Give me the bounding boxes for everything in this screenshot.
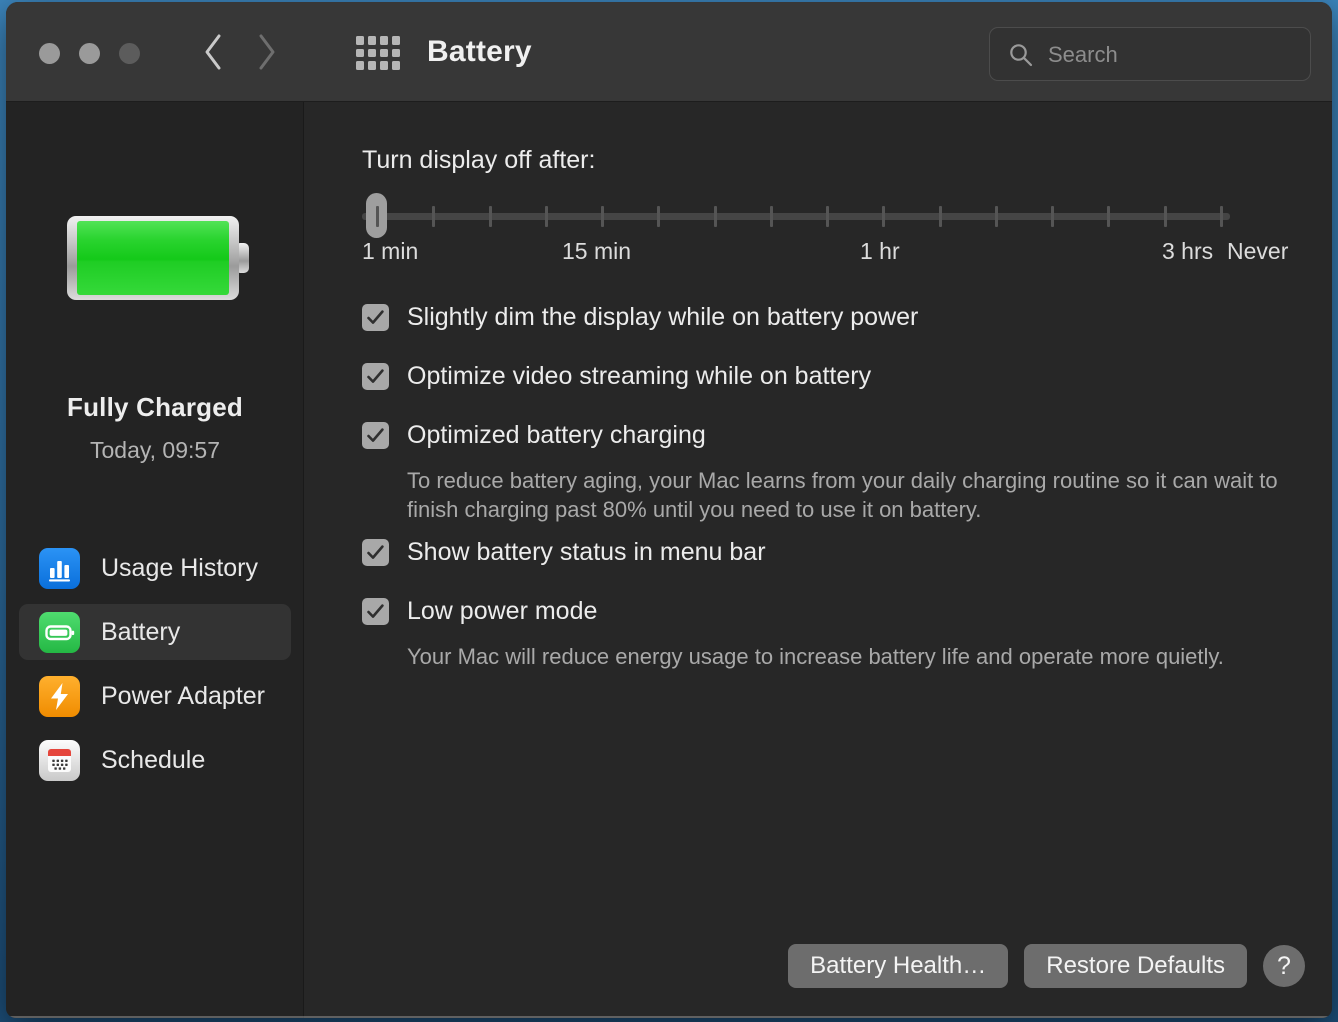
option-low-power-mode[interactable]: Low power mode	[362, 594, 1322, 628]
sidebar-item-power-adapter[interactable]: Power Adapter	[19, 668, 291, 724]
battery-full-icon	[63, 210, 253, 306]
slider-tick	[376, 206, 379, 227]
option-menu-bar-status[interactable]: Show battery status in menu bar	[362, 535, 1322, 569]
checkbox-dim-display[interactable]	[362, 304, 389, 331]
option-dim-display[interactable]: Slightly dim the display while on batter…	[362, 300, 1322, 334]
slider-tick	[1163, 206, 1167, 227]
main-content: Turn display off after: 1 min 15 min 1 h…	[305, 102, 1332, 1018]
slider-tick-label: 15 min	[562, 238, 632, 264]
option-label: Low power mode	[407, 597, 598, 625]
display-sleep-label: Turn display off after:	[362, 146, 596, 174]
option-label: Optimized battery charging	[407, 421, 706, 449]
zoom-button[interactable]	[119, 43, 140, 64]
grid-dot	[368, 48, 376, 58]
sidebar-item-label: Battery	[101, 617, 181, 646]
slider-tick	[769, 206, 773, 227]
slider-tick	[713, 206, 717, 227]
forward-chevron-icon[interactable]	[256, 30, 278, 74]
grid-dot	[356, 36, 364, 45]
slider-tick	[938, 206, 942, 227]
grid-dot	[392, 48, 400, 58]
grid-dot	[368, 61, 376, 70]
grid-dot	[392, 36, 400, 45]
search-icon	[1008, 42, 1034, 68]
restore-defaults-button[interactable]: Restore Defaults	[1024, 944, 1247, 988]
sidebar-item-label: Usage History	[101, 553, 258, 582]
battery-status-title: Fully Charged	[67, 392, 243, 422]
option-description: Your Mac will reduce energy usage to inc…	[407, 644, 1224, 669]
battery-health-button[interactable]: Battery Health…	[788, 944, 1009, 988]
checkbox-optimize-video[interactable]	[362, 363, 389, 390]
slider-tick	[544, 206, 548, 227]
option-optimized-charging[interactable]: Optimized battery charging	[362, 418, 1322, 452]
sidebar-nav-list: Usage History Battery Power Adapter Sche…	[6, 540, 304, 796]
close-button[interactable]	[39, 43, 60, 64]
slider-tick	[432, 206, 436, 227]
page-title: Battery	[427, 35, 532, 68]
footer-button-bar: Battery Health… Restore Defaults ?	[788, 944, 1305, 988]
slider-tick	[994, 206, 998, 227]
navigation-buttons	[202, 30, 278, 74]
option-label: Slightly dim the display while on batter…	[407, 303, 919, 331]
grid-dot	[380, 61, 388, 70]
grid-dot	[368, 36, 376, 45]
slider-tick	[1220, 206, 1223, 227]
minimize-button[interactable]	[79, 43, 100, 64]
slider-tick	[1107, 206, 1111, 227]
search-input[interactable]	[1046, 28, 1300, 82]
sidebar-item-label: Schedule	[101, 745, 206, 774]
slider-tick	[1051, 206, 1055, 227]
back-chevron-icon[interactable]	[202, 30, 224, 74]
slider-tick	[657, 206, 661, 227]
sidebar-item-battery[interactable]: Battery	[19, 604, 291, 660]
search-field[interactable]	[989, 27, 1311, 82]
checkbox-low-power-mode[interactable]	[362, 598, 389, 625]
slider-tick	[601, 206, 605, 227]
slider-tick-labels: 1 min 15 min 1 hr 3 hrs Never	[362, 238, 1302, 268]
grid-dot	[356, 61, 364, 70]
slider-tick	[826, 206, 830, 227]
option-label: Show battery status in menu bar	[407, 538, 766, 566]
battery-status-block: Fully Charged Today, 09:57	[6, 392, 304, 464]
grid-dot	[392, 61, 400, 70]
slider-tick-label: 3 hrs	[1162, 238, 1214, 264]
schedule-icon	[39, 739, 80, 781]
grid-dot	[380, 48, 388, 58]
sidebar-item-schedule[interactable]: Schedule	[19, 732, 291, 788]
sidebar-item-usage-history[interactable]: Usage History	[19, 540, 291, 596]
battery-icon	[39, 611, 80, 653]
checkbox-optimized-charging[interactable]	[362, 422, 389, 449]
battery-status-timestamp: Today, 09:57	[89, 437, 220, 463]
show-all-grid-icon[interactable]	[356, 36, 400, 70]
option-optimize-video[interactable]: Optimize video streaming while on batter…	[362, 359, 1322, 393]
slider-tick-label: 1 min	[362, 238, 419, 264]
power-adapter-icon	[39, 675, 80, 717]
grid-dot	[356, 48, 364, 58]
checkbox-menu-bar-status[interactable]	[362, 539, 389, 566]
system-preferences-window: Battery Search Fully Charged Today, 09:5…	[6, 2, 1332, 1018]
slider-tick-label: 1 hr	[860, 238, 900, 264]
option-description: To reduce battery aging, your Mac learns…	[407, 468, 1278, 522]
sidebar: Fully Charged Today, 09:57 Usage History	[6, 102, 304, 1018]
help-button[interactable]: ?	[1263, 945, 1305, 987]
grid-dot	[380, 36, 388, 45]
window-bottom-edge	[6, 1016, 1332, 1018]
traffic-light-group	[39, 43, 140, 64]
slider-tick	[882, 206, 886, 227]
slider-tick-label: Never	[1227, 238, 1289, 264]
display-sleep-slider[interactable]	[362, 193, 1230, 238]
window-titlebar: Battery	[6, 2, 1332, 102]
usage-history-icon	[39, 547, 80, 589]
battery-options-list: Slightly dim the display while on batter…	[362, 300, 1322, 671]
sidebar-item-label: Power Adapter	[101, 681, 265, 710]
slider-tick	[488, 206, 492, 227]
option-label: Optimize video streaming while on batter…	[407, 362, 872, 390]
slider-track[interactable]	[362, 213, 1230, 220]
